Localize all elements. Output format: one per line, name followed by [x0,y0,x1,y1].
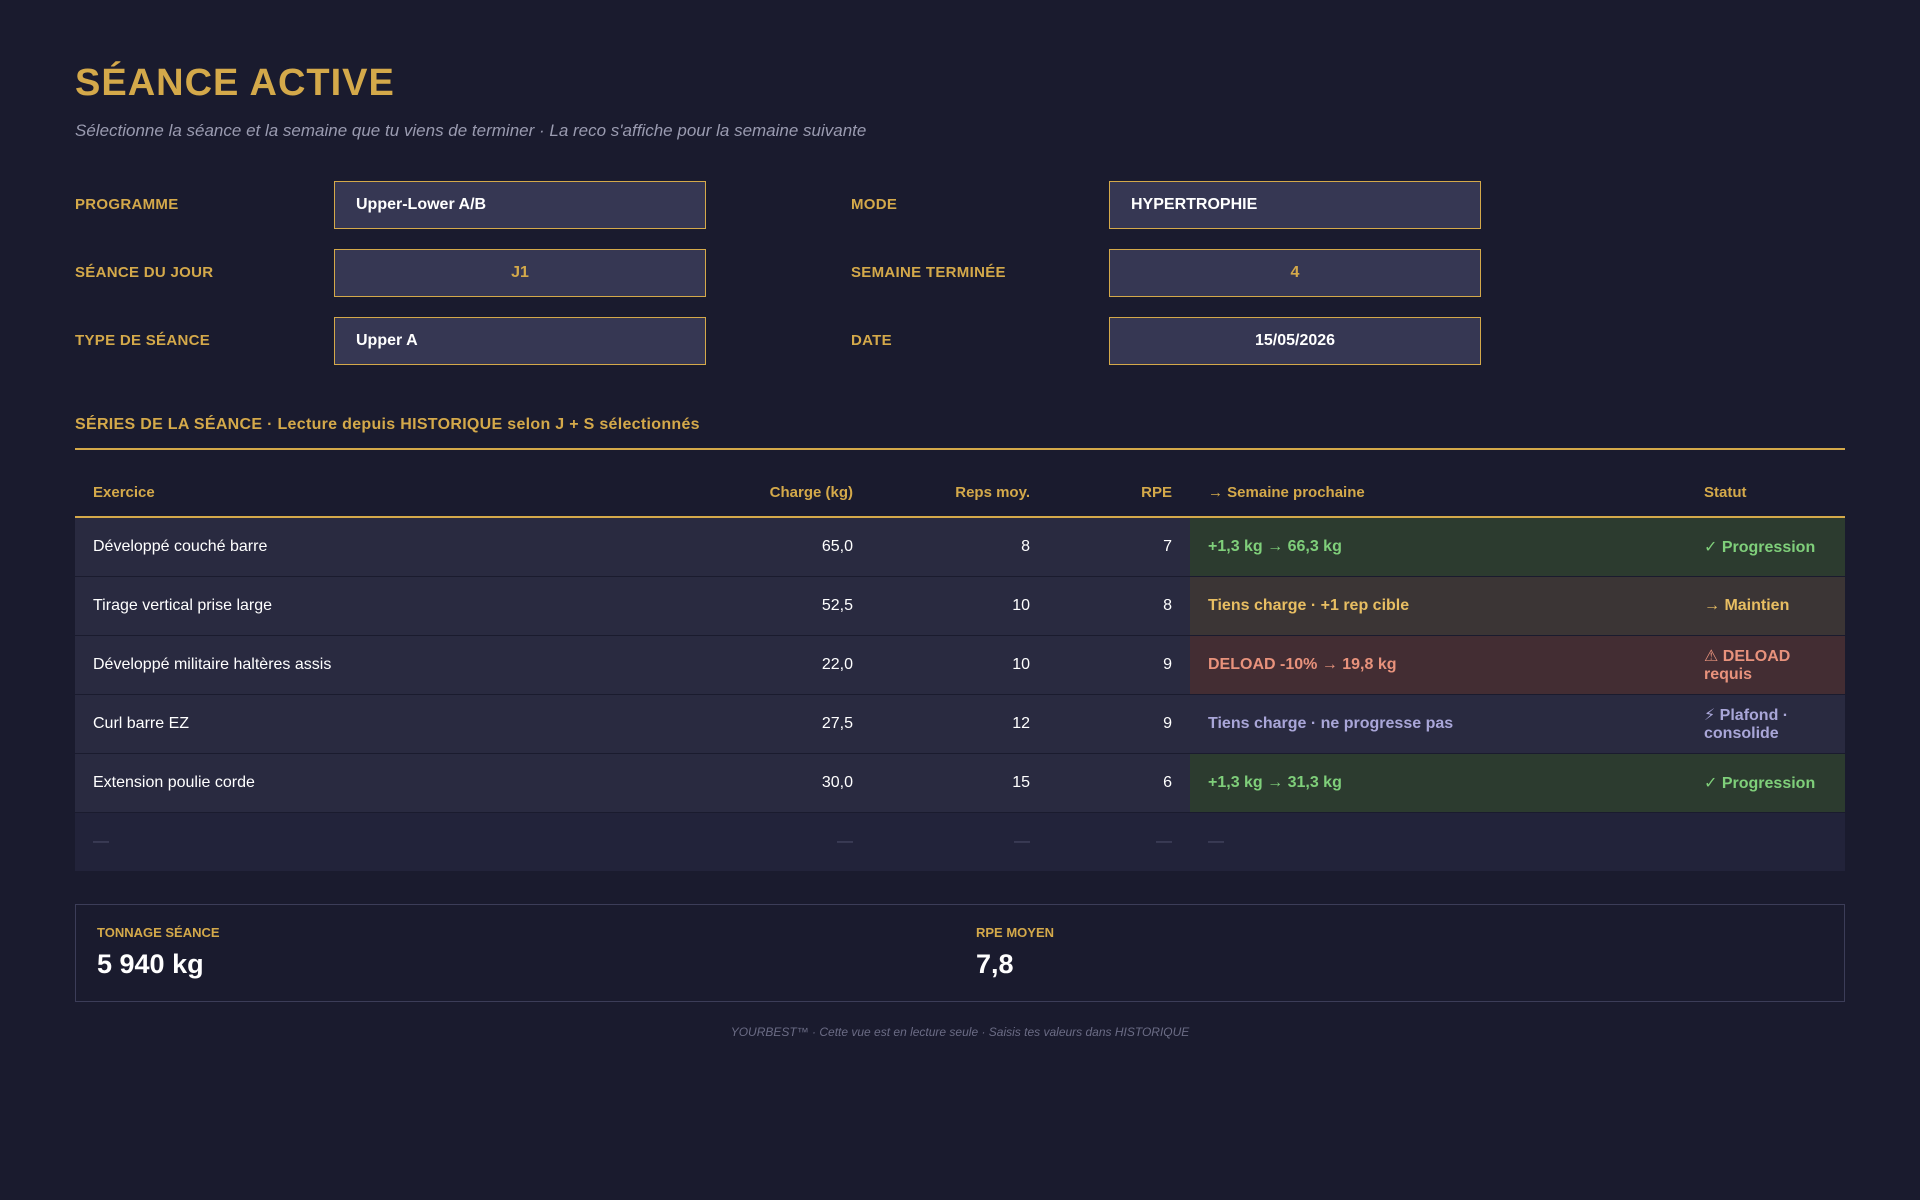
cell-exercice: Curl barre EZ [75,695,580,754]
semaine-terminee-label: SEMAINE TERMINÉE [851,264,1006,281]
series-table: Exercice Charge (kg) Reps moy. RPE → Sem… [75,468,1845,872]
cell-semaine-prochaine: — [1190,813,1686,872]
cell-reps: 8 [871,518,1048,577]
type-de-seance-label: TYPE DE SÉANCE [75,332,211,349]
mode-label: MODE [851,196,898,213]
cell-charge: 52,5 [580,577,871,636]
cell-exercice: Tirage vertical prise large [75,577,580,636]
cell-rpe: 9 [1048,636,1190,695]
footer-note: YOURBEST™ · Cette vue est en lecture seu… [730,1025,1190,1039]
cell-statut: ✓ Progression [1686,754,1845,813]
cell-rpe: 8 [1048,577,1190,636]
cell-reps: 15 [871,754,1048,813]
tonnage-value: 5 940 kg [97,949,204,979]
page-subtitle: Sélectionne la séance et la semaine que … [75,121,867,140]
cell-charge: 30,0 [580,754,871,813]
tonnage-label: TONNAGE SÉANCE [97,925,220,940]
date-label: DATE [851,332,892,349]
programme-label: PROGRAMME [75,196,179,213]
cell-semaine-prochaine: +1,3 kg → 31,3 kg [1190,754,1686,813]
series-section-title: SÉRIES DE LA SÉANCE · Lecture depuis HIS… [75,416,700,433]
header-rpe: RPE [1048,468,1190,518]
header-reps: Reps moy. [871,468,1048,518]
cell-rpe: 9 [1048,695,1190,754]
header-statut: Statut [1686,468,1845,518]
date-field[interactable]: 15/05/2026 [1109,317,1481,365]
cell-semaine-prochaine: DELOAD -10% → 19,8 kg [1190,636,1686,695]
mode-field[interactable]: HYPERTROPHIE [1109,181,1481,229]
section-divider [75,448,1845,450]
semaine-terminee-field[interactable]: 4 [1109,249,1481,297]
session-summary: TONNAGE SÉANCE 5 940 kg RPE MOYEN 7,8 [75,904,1845,1002]
cell-exercice: Développé militaire haltères assis [75,636,580,695]
cell-charge: — [580,813,871,872]
cell-rpe: 7 [1048,518,1190,577]
cell-reps: 10 [871,577,1048,636]
header-semaine-prochaine: → Semaine prochaine [1190,468,1686,518]
cell-exercice: — [75,813,580,872]
programme-field[interactable]: Upper-Lower A/B [334,181,706,229]
header-charge: Charge (kg) [580,468,871,518]
rpe-moyen-value: 7,8 [976,949,1014,979]
cell-charge: 65,0 [580,518,871,577]
cell-semaine-prochaine: Tiens charge · ne progresse pas [1190,695,1686,754]
cell-reps: — [871,813,1048,872]
table-row: Extension poulie corde 30,0 15 6 +1,3 kg… [75,754,1845,813]
cell-charge: 22,0 [580,636,871,695]
cell-reps: 12 [871,695,1048,754]
cell-semaine-prochaine: +1,3 kg → 66,3 kg [1190,518,1686,577]
cell-rpe: — [1048,813,1190,872]
cell-statut: → Maintien [1686,577,1845,636]
cell-exercice: Extension poulie corde [75,754,580,813]
cell-semaine-prochaine: Tiens charge · +1 rep cible [1190,577,1686,636]
type-de-seance-field[interactable]: Upper A [334,317,706,365]
table-row: Curl barre EZ 27,5 12 9 Tiens charge · n… [75,695,1845,754]
table-row: Développé couché barre 65,0 8 7 +1,3 kg … [75,518,1845,577]
page-title: SÉANCE ACTIVE [75,62,395,104]
rpe-moyen-label: RPE MOYEN [976,925,1055,940]
table-row: Développé militaire haltères assis 22,0 … [75,636,1845,695]
table-row-empty: — — — — — [75,813,1845,872]
table-header-row: Exercice Charge (kg) Reps moy. RPE → Sem… [75,468,1845,518]
cell-statut: ⚠ DELOAD requis [1686,636,1845,695]
header-exercice: Exercice [75,468,580,518]
cell-statut: ✓ Progression [1686,518,1845,577]
seance-du-jour-label: SÉANCE DU JOUR [75,264,214,281]
cell-statut: ⚡ Plafond · consolide [1686,695,1845,754]
table-row: Tirage vertical prise large 52,5 10 8 Ti… [75,577,1845,636]
cell-charge: 27,5 [580,695,871,754]
cell-rpe: 6 [1048,754,1190,813]
cell-exercice: Développé couché barre [75,518,580,577]
cell-reps: 10 [871,636,1048,695]
cell-statut [1686,813,1845,872]
seance-du-jour-field[interactable]: J1 [334,249,706,297]
